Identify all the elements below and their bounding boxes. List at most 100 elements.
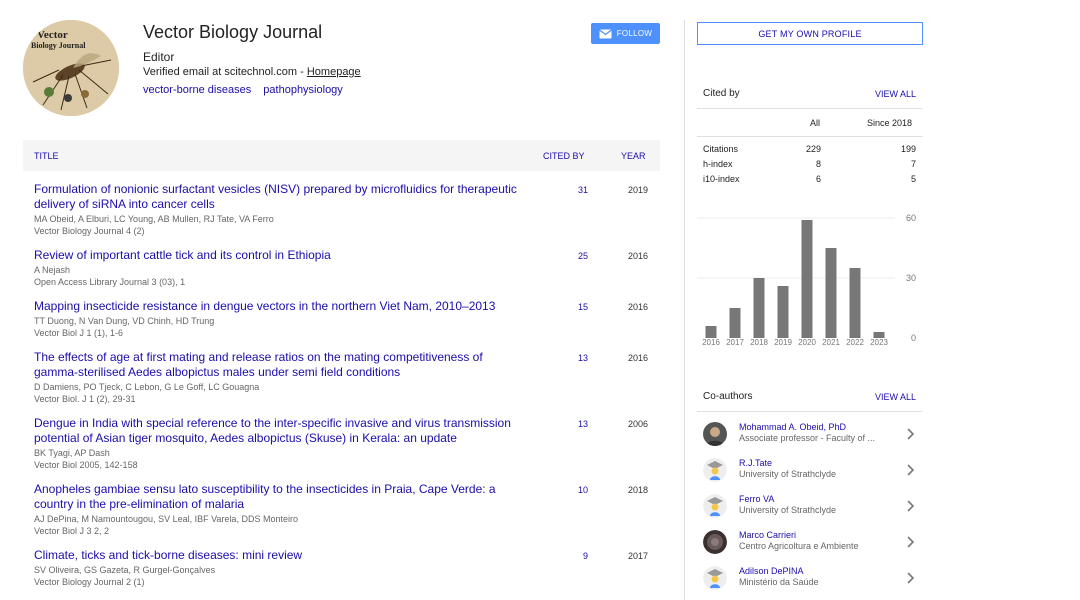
coauthor-name-link[interactable]: Mohammad A. Obeid, PhD: [739, 422, 846, 432]
publication-authors: TT Duong, N Van Dung, VD Chinh, HD Trung: [34, 316, 215, 326]
publication-title-link[interactable]: Climate, ticks and tick-borne diseases: …: [34, 548, 529, 563]
publication-year: 2017: [627, 551, 648, 561]
coauthor-item[interactable]: Mohammad A. Obeid, PhD Associate professo…: [697, 419, 923, 453]
cited-by-link[interactable]: 15: [563, 302, 588, 312]
cited-by-link[interactable]: 9: [563, 551, 588, 561]
default-avatar-icon: [703, 458, 727, 482]
coauthor-name-link[interactable]: R.J.Tate: [739, 458, 772, 468]
x-tick-label: 2018: [750, 338, 768, 347]
chevron-right-icon[interactable]: [905, 463, 917, 477]
citations-bar-chart: 0 30 60 2016 2017 2018 2019 2020 2021 2022 2023: [697, 213, 916, 347]
stat-col-since: Since 2018: [867, 118, 913, 128]
stat-label: h-index: [703, 159, 733, 169]
coauthor-affiliation: Ministério da Saúde: [739, 577, 819, 587]
cited-by-link[interactable]: 31: [563, 185, 588, 195]
coauthor-photo: [703, 422, 727, 446]
chevron-right-icon[interactable]: [905, 499, 917, 513]
section-divider: [697, 411, 923, 412]
chart-bar[interactable]: [753, 278, 765, 338]
profile-avatar: Vector Biology Journal: [23, 20, 119, 116]
publication-title-link[interactable]: Mapping insecticide resistance in dengue…: [34, 299, 529, 314]
publication-authors: MA Obeid, A Elburi, LC Young, AB Mullen,…: [34, 214, 274, 224]
publication-title-link[interactable]: Anopheles gambiae sensu lato susceptibil…: [34, 482, 529, 512]
publication-year: 2019: [627, 185, 648, 195]
cited-by-link[interactable]: 25: [563, 251, 588, 261]
cited-by-link[interactable]: 13: [563, 353, 588, 363]
section-divider: [697, 136, 923, 137]
publication-venue: Vector Biol J 1 (1), 1-6: [34, 328, 124, 338]
publication-venue: Vector Biology Journal 2 (1): [34, 577, 145, 587]
chevron-right-icon[interactable]: [905, 535, 917, 549]
coauthors-view-all-link[interactable]: VIEW ALL: [860, 392, 916, 402]
publication-year: 2006: [627, 419, 648, 429]
coauthor-affiliation: University of Strathclyde: [739, 469, 837, 479]
cited-by-link[interactable]: 13: [563, 419, 588, 429]
chart-bar[interactable]: [801, 220, 813, 338]
coauthor-name-link[interactable]: Marco Carrieri: [739, 530, 796, 540]
chart-bar[interactable]: [825, 248, 837, 338]
coauthor-affiliation: Associate professor - Faculty of ...: [739, 433, 876, 443]
coauthor-name-link[interactable]: Adilson DePINA: [739, 566, 804, 576]
coauthor-item[interactable]: Adilson DePINA Ministério da Saúde: [697, 563, 923, 597]
publication-authors: SV Oliveira, GS Gazeta, R Gurgel-Gonçalv…: [34, 565, 216, 575]
get-my-own-profile-button[interactable]: GET MY OWN PROFILE: [697, 22, 923, 45]
x-tick-label: 2020: [798, 338, 816, 347]
interest-link[interactable]: pathophysiology: [263, 84, 343, 96]
chart-bar[interactable]: [705, 326, 717, 338]
chart-bar[interactable]: [777, 286, 789, 338]
publication-title-link[interactable]: The effects of age at first mating and r…: [34, 350, 529, 380]
profile-role: Editor: [143, 50, 175, 64]
header-cited-by-sort[interactable]: CITED BY: [543, 151, 585, 161]
header-year-sort[interactable]: YEAR: [621, 151, 646, 161]
cited-by-link[interactable]: 10: [563, 485, 588, 495]
stat-value-all: 6: [815, 174, 821, 184]
coauthor-affiliation: University of Strathclyde: [739, 505, 837, 515]
cited-by-view-all-link[interactable]: VIEW ALL: [860, 89, 916, 99]
stat-value-all: 8: [815, 159, 821, 169]
stat-label: i10-index: [703, 174, 740, 184]
publication-venue: Vector Biol 2005, 142-158: [34, 460, 138, 470]
chevron-right-icon[interactable]: [905, 427, 917, 441]
profile-email: Verified email at scitechnol.com - Homep…: [143, 66, 361, 78]
header-title-sort[interactable]: TITLE: [34, 151, 59, 161]
x-tick-label: 2019: [774, 338, 792, 347]
publication-authors: A Nejash: [34, 265, 71, 275]
publication-title-link[interactable]: Formulation of nonionic surfactant vesic…: [34, 182, 529, 212]
x-tick-label: 2021: [822, 338, 840, 347]
chart-bar[interactable]: [729, 308, 741, 338]
publication-authors: BK Tyagi, AP Dash: [34, 448, 110, 458]
publication-venue: Vector Biol. J 1 (2), 29-31: [34, 394, 136, 404]
publication-year: 2016: [627, 353, 648, 363]
chevron-right-icon[interactable]: [905, 571, 917, 585]
avatar-text-2: Biology Journal: [31, 41, 86, 50]
stat-value-since: 199: [900, 144, 916, 154]
follow-button[interactable]: FOLLOW: [591, 23, 660, 44]
interest-link[interactable]: vector-borne diseases: [143, 84, 251, 96]
default-avatar-icon: [703, 566, 727, 590]
table-header: TITLE CITED BY YEAR: [23, 140, 660, 171]
profile-name: Vector Biology Journal: [143, 22, 323, 42]
email-text: Verified email at scitechnol.com -: [143, 66, 307, 78]
profile-interests: vector-borne diseases pathophysiology: [143, 84, 352, 96]
publication-title-link[interactable]: Review of important cattle tick and its …: [34, 248, 529, 263]
stat-col-all: All: [810, 118, 821, 128]
coauthor-item[interactable]: R.J.Tate University of Strathclyde: [697, 455, 923, 489]
y-tick-label: 0: [911, 333, 916, 343]
coauthor-name-link[interactable]: Ferro VA: [739, 494, 774, 504]
publication-venue: Vector Biol J 3 2, 2: [34, 526, 110, 536]
coauthor-affiliation: Centro Agricoltura e Ambiente: [739, 541, 859, 551]
column-divider: [684, 20, 685, 600]
publication-title-link[interactable]: Dengue in India with special reference t…: [34, 416, 529, 446]
x-tick-label: 2023: [870, 338, 888, 347]
stat-value-since: 7: [910, 159, 916, 169]
section-divider: [697, 108, 923, 109]
chart-bar[interactable]: [849, 268, 861, 338]
coauthor-item[interactable]: Ferro VA University of Strathclyde: [697, 491, 923, 525]
homepage-link[interactable]: Homepage: [307, 66, 361, 78]
journal-cover-image: Vector Biology Journal: [23, 20, 119, 116]
coauthor-item[interactable]: Marco Carrieri Centro Agricoltura e Ambie…: [697, 527, 923, 561]
avatar-text-1: Vector: [37, 29, 68, 41]
default-avatar-icon: [703, 494, 727, 518]
publication-authors: AJ DePina, M Namountougou, SV Leal, IBF …: [34, 514, 298, 524]
stat-value-all: 229: [805, 144, 821, 154]
